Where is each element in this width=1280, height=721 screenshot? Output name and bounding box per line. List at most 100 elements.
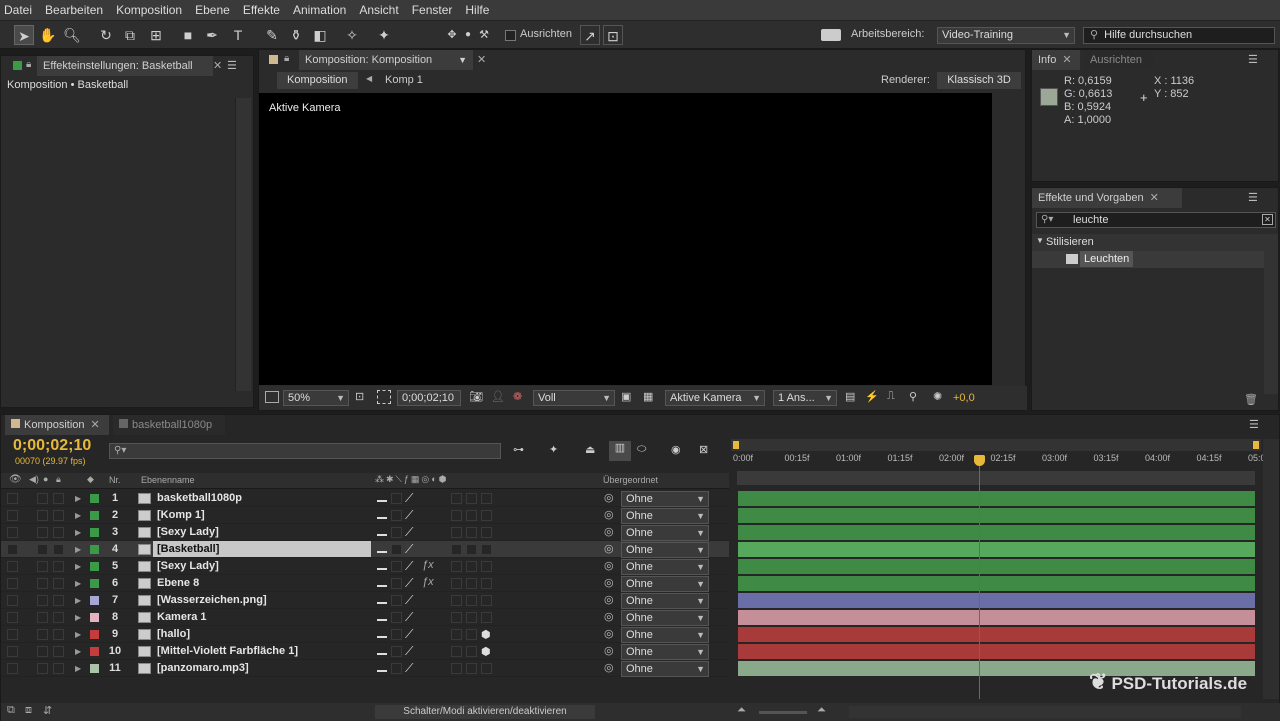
layer-duration-bar[interactable] <box>738 542 1255 557</box>
eraser-tool-icon[interactable]: ◧ <box>310 25 330 45</box>
workspace-dropdown[interactable]: Video-Training ▼ <box>937 27 1075 44</box>
time-navigator[interactable] <box>737 471 1255 485</box>
menu-fenster[interactable]: Fenster <box>412 3 453 17</box>
comp-flowchart-icon[interactable]: ⧉ <box>7 704 15 717</box>
clone-stamp-tool-icon[interactable]: ⚱ <box>286 25 306 45</box>
draft-3d-icon[interactable]: ✦ <box>549 443 558 456</box>
frame-blending-icon[interactable]: ▥ <box>609 441 631 461</box>
view-layout-dropdown[interactable]: 1 Ans... ▼ <box>773 390 837 406</box>
menu-effekte[interactable]: Effekte <box>243 3 280 17</box>
preview-icon[interactable] <box>265 391 279 403</box>
layer-duration-bar[interactable] <box>738 508 1255 523</box>
zoom-out-icon[interactable]: ⏶ <box>737 704 746 717</box>
layer-duration-bar[interactable] <box>738 559 1255 574</box>
work-area-bar[interactable] <box>731 439 1261 451</box>
brush-tool-icon[interactable]: ✎ <box>262 25 282 45</box>
timeline-icon[interactable]: ⎍ <box>887 390 895 403</box>
exposure-icon[interactable]: ✺ <box>933 390 942 403</box>
camera-snapshot-icon[interactable]: 📷︎ <box>469 390 483 403</box>
zoom-dropdown[interactable]: 50% ▼ <box>283 390 349 406</box>
clear-search-icon[interactable]: ✕ <box>1262 214 1273 225</box>
brainstorm-icon[interactable]: ⊠ <box>699 443 708 456</box>
shy-layers-icon[interactable]: ⏏ <box>585 443 595 456</box>
preset-item-leuchten[interactable]: Leuchten <box>1032 251 1264 268</box>
tab-effect-controls[interactable]: Effekteinstellungen: Basketball <box>37 56 213 76</box>
panel-menu-icon[interactable]: ☰ <box>1248 53 1258 66</box>
tab-effects-presets[interactable]: Effekte und Vorgaben ✕ <box>1032 188 1182 208</box>
tab-composition[interactable]: Komposition: Komposition ▼ <box>299 50 473 70</box>
composition-viewer[interactable]: Aktive Kamera <box>259 93 992 385</box>
fast-preview-icon[interactable]: ⚡ <box>865 390 879 403</box>
label-tag-icon[interactable]: ◆ <box>87 474 94 485</box>
timeline-scrollbar[interactable] <box>1263 439 1279 699</box>
tab-basketball1080p[interactable]: basketball1080p <box>113 415 225 435</box>
breadcrumb-komposition[interactable]: Komposition <box>277 72 358 89</box>
menu-hilfe[interactable]: Hilfe <box>465 3 489 17</box>
layer-duration-bar[interactable] <box>738 610 1255 625</box>
pan-behind-tool-icon[interactable]: ⊞ <box>146 25 166 45</box>
scrollbar[interactable] <box>235 98 251 391</box>
visibility-icon[interactable]: 👁︎ <box>9 474 22 485</box>
scrollbar[interactable] <box>1264 234 1278 394</box>
rotate-tool-icon[interactable]: ↻ <box>96 25 116 45</box>
color-channels-icon[interactable]: ❁ <box>513 390 522 403</box>
layer-duration-bar[interactable] <box>738 576 1255 591</box>
menu-komposition[interactable]: Komposition <box>116 3 182 17</box>
panel-menu-icon[interactable]: ☰ <box>1249 418 1259 431</box>
toggle-switches-modes-button[interactable]: Schalter/Modi aktivieren/deaktivieren <box>375 705 595 719</box>
menu-bearbeiten[interactable]: Bearbeiten <box>45 3 103 17</box>
audio-icon[interactable]: ◀) <box>29 474 39 485</box>
renderer-button[interactable]: Klassisch 3D <box>937 72 1021 89</box>
time-ruler[interactable]: 0:00f 00:15f 01:00f 01:15f 02:00f 02:15f 03:00… <box>731 453 1271 469</box>
category-stilisieren[interactable]: ▼ Stilisieren <box>1032 234 1264 251</box>
safe-zones-icon[interactable] <box>377 390 391 404</box>
region-of-interest-icon[interactable]: ▣ <box>621 390 631 403</box>
mini-flowchart-icon[interactable]: ⊶ <box>513 443 524 456</box>
menu-ansicht[interactable]: Ansicht <box>359 3 398 17</box>
view-dropdown[interactable]: Aktive Kamera ▼ <box>665 390 765 406</box>
align-checkbox[interactable] <box>505 30 516 41</box>
rectangle-tool-icon[interactable]: ■ <box>178 25 198 45</box>
trash-icon[interactable]: 🗑︎ <box>1244 393 1258 406</box>
close-icon[interactable]: ✕ <box>91 419 100 431</box>
menu-animation[interactable]: Animation <box>293 3 346 17</box>
close-icon[interactable]: ✕ <box>213 59 222 72</box>
panel-menu-icon[interactable]: ☰ <box>227 59 237 72</box>
selection-tool-icon[interactable]: ➤ <box>14 25 34 45</box>
zoom-in-icon[interactable]: ⏶ <box>817 704 826 717</box>
effects-search-input[interactable]: ⚲▾ leuchte ✕ <box>1036 212 1276 228</box>
snap-icon[interactable]: ↗ <box>580 25 600 45</box>
close-icon[interactable]: ✕ <box>477 53 486 66</box>
exposure-value[interactable]: +0,0 <box>953 392 975 404</box>
breadcrumb-komp-1[interactable]: Komp 1 <box>385 74 423 86</box>
flowchart-icon[interactable]: ⚲ <box>909 390 917 403</box>
lock-icon[interactable]: 🔒︎ <box>26 59 31 70</box>
column-layer-name[interactable]: Ebenenname <box>141 475 195 485</box>
layer-duration-bar[interactable] <box>738 491 1255 506</box>
lock-icon[interactable]: 🔒︎ <box>56 474 61 485</box>
close-icon[interactable]: ✕ <box>1062 54 1071 66</box>
close-icon[interactable]: ✕ <box>1150 192 1159 204</box>
in-out-icon[interactable]: ⇵ <box>43 704 52 717</box>
tab-timeline-komposition[interactable]: Komposition ✕ <box>5 415 109 435</box>
resolution-dropdown[interactable]: Voll ▼ <box>533 390 615 406</box>
camera-tool-icon[interactable]: ⧉ <box>120 25 140 45</box>
layer-duration-bar[interactable] <box>738 525 1255 540</box>
lock-icon[interactable]: 🔒︎ <box>284 53 289 64</box>
menu-ebene[interactable]: Ebene <box>195 3 230 17</box>
zoom-tool-icon[interactable]: 🔍︎ <box>62 25 82 45</box>
column-parent[interactable]: Übergeordnet <box>603 475 658 485</box>
roto-brush-tool-icon[interactable]: ✧ <box>342 25 362 45</box>
panel-menu-icon[interactable]: ☰ <box>1248 191 1258 204</box>
view-axis-icon[interactable]: ⚒ <box>474 25 494 45</box>
timeline-timecode[interactable]: 0;00;02;10 <box>13 437 91 455</box>
puppet-tool-icon[interactable]: ✦ <box>374 25 394 45</box>
current-time-display[interactable]: 0;00;02;10 <box>397 390 461 406</box>
snap-features-icon[interactable]: ⊡ <box>603 25 623 45</box>
timeline-search-input[interactable]: ⚲▾ <box>109 443 501 459</box>
transfer-modes-icon[interactable]: ⧈ <box>25 704 32 717</box>
zoom-slider[interactable] <box>759 711 807 714</box>
graph-editor-icon[interactable]: ◉ <box>671 443 681 456</box>
layer-duration-bar[interactable] <box>738 593 1255 608</box>
solo-icon[interactable]: ● <box>43 474 48 484</box>
